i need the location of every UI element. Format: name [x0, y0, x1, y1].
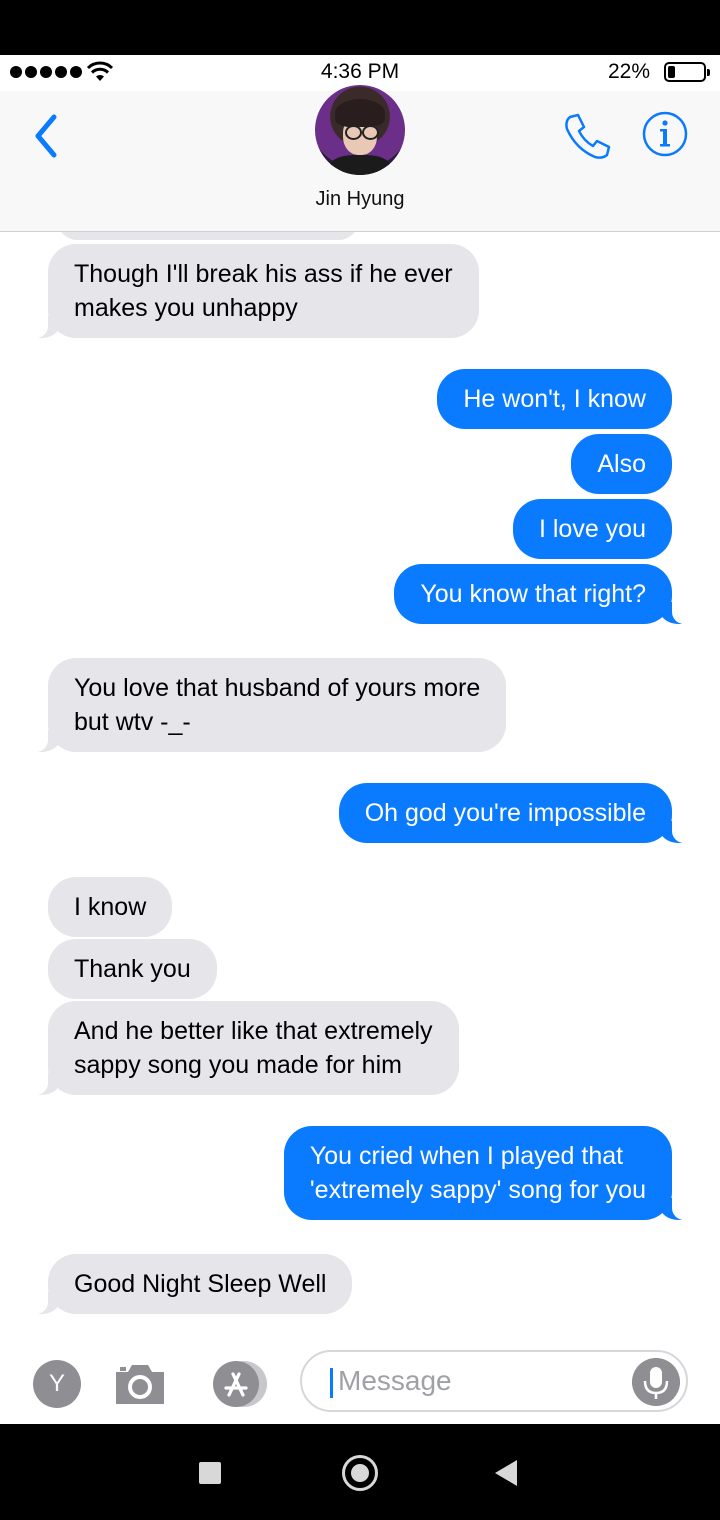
contact-avatar[interactable]: [315, 85, 405, 175]
message-bubble-outgoing[interactable]: Oh god you're impossible: [338, 783, 695, 843]
microphone-icon[interactable]: [632, 1358, 680, 1406]
message-bubble-outgoing[interactable]: He won't, I know: [437, 369, 672, 429]
message-bubble-outgoing[interactable]: Also: [571, 434, 672, 494]
message-bubble-outgoing[interactable]: You know that right?: [394, 564, 694, 624]
info-icon[interactable]: [642, 111, 688, 157]
camera-icon[interactable]: [112, 1360, 168, 1408]
contact-name[interactable]: Jin Hyung: [0, 188, 720, 211]
text-cursor: [330, 1368, 333, 1398]
message-thread[interactable]: Though I'll break his ass if he ever mak…: [0, 232, 720, 1340]
app-store-icon[interactable]: [204, 1360, 270, 1408]
battery-percent: 22%: [607, 60, 650, 83]
message-bubble-outgoing[interactable]: I love you: [512, 499, 672, 559]
message-bubble-incoming[interactable]: And he better like that extremely sappy …: [26, 1001, 459, 1095]
chevron-left-icon[interactable]: [28, 111, 68, 161]
conversation-header: Jin Hyung: [0, 85, 720, 232]
message-bubble-incoming[interactable]: Good Night Sleep Well: [25, 1254, 353, 1314]
app-drawer-button[interactable]: Y: [33, 1360, 81, 1408]
android-navigation-bar: [0, 1424, 720, 1520]
top-black-bar: [0, 0, 720, 55]
message-placeholder: Message: [338, 1365, 452, 1396]
battery-icon: [664, 62, 710, 82]
message-bubble-incoming[interactable]: Though I'll break his ass if he ever mak…: [26, 244, 479, 338]
message-bubble-incoming[interactable]: I know: [48, 877, 173, 937]
message-bubble-incoming[interactable]: Thank you: [48, 939, 217, 999]
message-bubble-incoming[interactable]: You love that husband of yours more but …: [25, 658, 507, 752]
home-icon[interactable]: [342, 1455, 378, 1491]
message-bubble-outgoing[interactable]: You cried when I played that 'extremely …: [283, 1126, 695, 1220]
recent-apps-icon[interactable]: [199, 1462, 221, 1484]
phone-icon[interactable]: [562, 111, 612, 161]
message-composer: Y Message: [0, 1340, 720, 1424]
back-triangle-icon[interactable]: [495, 1460, 517, 1486]
message-input[interactable]: Message: [300, 1350, 688, 1412]
previous-message-bubble: [58, 232, 358, 240]
